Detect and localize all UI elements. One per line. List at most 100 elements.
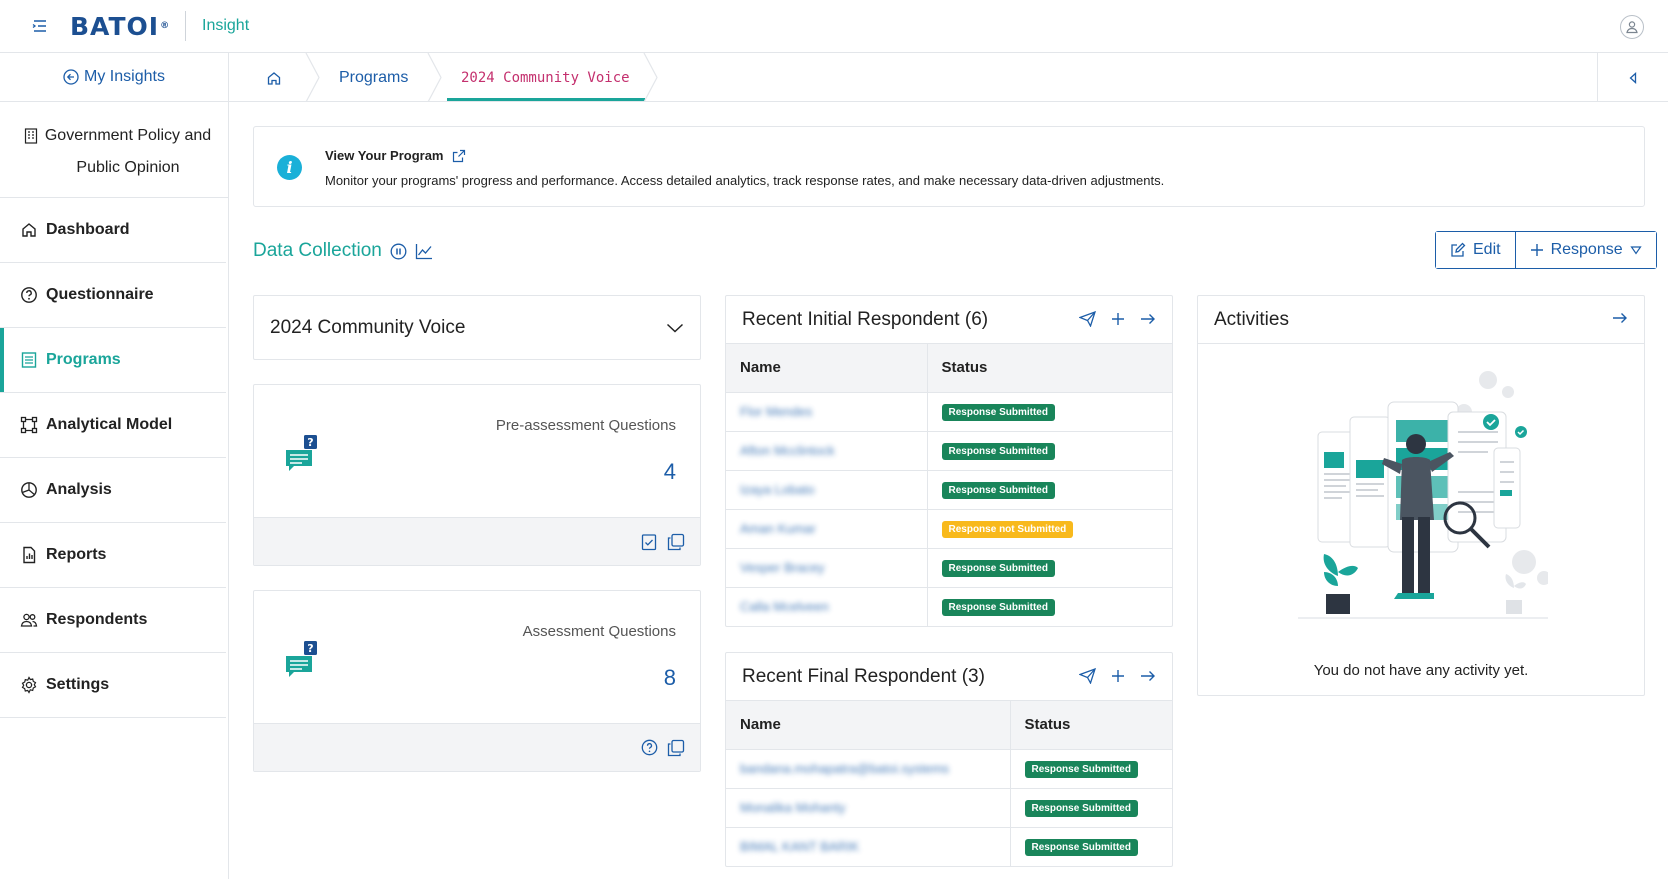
pie-chart-icon — [21, 482, 37, 498]
card-header: Recent Initial Respondent (6) — [726, 296, 1172, 344]
breadcrumb-programs[interactable]: Programs — [339, 53, 408, 102]
question-circle-icon — [21, 287, 37, 303]
plus-icon — [1530, 244, 1543, 256]
line-chart-icon[interactable] — [415, 243, 433, 260]
respondent-name-link[interactable]: BIMAL KANT BARIK — [740, 839, 859, 854]
logo-divider — [185, 11, 186, 41]
column-header-status: Status — [1009, 701, 1172, 750]
plus-icon[interactable] — [1111, 669, 1125, 683]
copy-icon[interactable] — [667, 739, 685, 757]
sidebar-item-analytical-model[interactable]: Analytical Model — [0, 393, 226, 458]
organization-name[interactable]: Government Policy and Public Opinion — [0, 102, 228, 198]
respondent-table: Name Status bandana.mohapatra@batoi.syst… — [726, 701, 1172, 866]
program-select[interactable]: 2024 Community Voice — [253, 295, 701, 360]
home-icon — [267, 71, 281, 85]
action-buttons: Edit Response — [1435, 231, 1657, 269]
respondent-name-link[interactable]: Izaya Lobato — [740, 482, 814, 497]
arrow-right-icon[interactable] — [1612, 312, 1628, 324]
arrow-right-icon[interactable] — [1140, 313, 1156, 325]
sidebar-item-label: Reports — [46, 546, 107, 563]
respondent-name-link[interactable]: Aman Kumar — [740, 521, 816, 536]
breadcrumb-current[interactable]: 2024 Community Voice — [461, 53, 630, 102]
menu-toggle-icon[interactable] — [30, 17, 50, 35]
report-icon — [23, 546, 36, 564]
respondent-table: Name Status Flor Mendes Response Submitte… — [726, 344, 1172, 626]
question-card-count: 4 — [663, 459, 676, 484]
sidebar-item-label: Questionnaire — [46, 286, 154, 303]
question-circle-icon[interactable] — [641, 739, 658, 756]
respondent-name-link[interactable]: Monalika Mohanty — [740, 800, 846, 815]
back-circle-icon — [63, 69, 79, 85]
table-row: Aman Kumar Response not Submitted — [726, 509, 1172, 549]
sidebar-item-questionnaire[interactable]: Questionnaire — [0, 263, 226, 328]
info-icon: i — [277, 155, 302, 180]
sidebar-item-label: Respondents — [46, 611, 148, 628]
sidebar-item-analysis[interactable]: Analysis — [0, 458, 226, 523]
send-icon[interactable] — [1079, 668, 1096, 684]
home-icon — [22, 223, 36, 237]
status-badge: Response Submitted — [941, 599, 1055, 617]
card-title: Recent Initial Respondent (6) — [742, 308, 989, 330]
edit-icon — [1451, 242, 1466, 257]
respondent-name-link[interactable]: bandana.mohapatra@batoi.systems — [740, 761, 949, 776]
pause-circle-icon[interactable] — [390, 243, 407, 260]
collapse-panel-button[interactable] — [1597, 53, 1668, 102]
app-name: Insight — [202, 17, 250, 34]
user-avatar-icon[interactable] — [1620, 15, 1644, 39]
chevron-down-icon — [666, 323, 684, 333]
table-row: bandana.mohapatra@batoi.systems Response … — [726, 749, 1172, 789]
question-card-label: Pre-assessment Questions — [495, 417, 676, 434]
copy-icon[interactable] — [667, 533, 685, 551]
brand-text: BATOI — [70, 11, 160, 41]
response-dropdown-button[interactable]: Response — [1514, 232, 1656, 268]
plus-icon[interactable] — [1111, 312, 1125, 326]
my-insights-link[interactable]: My Insights — [0, 53, 228, 102]
breadcrumb-separator — [643, 53, 658, 102]
recent-final-respondent-card: Recent Final Respondent (3) Name Status … — [725, 652, 1173, 867]
send-icon[interactable] — [1079, 311, 1096, 327]
checklist-icon[interactable] — [641, 533, 657, 551]
column-header-status: Status — [926, 344, 1172, 393]
sidebar-item-dashboard[interactable]: Dashboard — [0, 198, 226, 263]
status-badge: Response Submitted — [1024, 761, 1138, 778]
sidebar-item-reports[interactable]: Reports — [0, 523, 226, 588]
question-card-footer — [254, 517, 700, 565]
activities-card: Activities You do not have any activity … — [1197, 295, 1645, 696]
status-badge: Response not Submitted — [941, 521, 1074, 538]
sidebar-item-label: Settings — [46, 676, 110, 693]
respondent-name-link[interactable]: Vesper Bracey — [740, 560, 825, 575]
pre-assessment-card[interactable]: ? Pre-assessment Questions 4 — [253, 384, 701, 566]
question-card-footer — [254, 723, 700, 771]
chat-question-icon: ? — [286, 641, 317, 677]
program-select-value: 2024 Community Voice — [270, 316, 466, 338]
table-row: Vesper Bracey Response Submitted — [726, 548, 1172, 588]
sidebar: My Insights Government Policy and Public… — [0, 53, 229, 879]
my-insights-label: My Insights — [84, 68, 165, 85]
external-link-icon[interactable] — [452, 149, 466, 163]
breadcrumb-home[interactable] — [266, 53, 282, 102]
breadcrumb: Programs 2024 Community Voice — [229, 53, 1668, 102]
respondent-name-link[interactable]: Calla Mcelveen — [740, 599, 829, 614]
sidebar-item-respondents[interactable]: Respondents — [0, 588, 226, 653]
status-badge: Response Submitted — [941, 482, 1055, 499]
status-badge: Response Submitted — [941, 443, 1055, 460]
gear-icon — [21, 676, 37, 694]
breadcrumb-separator — [427, 53, 442, 102]
respondent-name-link[interactable]: Flor Mendes — [740, 404, 812, 419]
top-bar: BATOI ® Insight — [0, 0, 1668, 53]
info-banner: i View Your Program Monitor your program… — [253, 126, 1645, 207]
sidebar-item-settings[interactable]: Settings — [0, 653, 226, 718]
sidebar-item-programs[interactable]: Programs — [0, 328, 226, 393]
card-header: Activities — [1198, 296, 1644, 344]
users-icon — [20, 613, 38, 627]
edit-button[interactable]: Edit — [1436, 232, 1515, 268]
chat-question-icon: ? — [286, 435, 317, 471]
breadcrumb-active-indicator — [447, 98, 645, 101]
brand-logo[interactable]: BATOI ® — [70, 11, 170, 41]
info-title[interactable]: View Your Program — [325, 148, 466, 163]
card-title: Recent Final Respondent (3) — [742, 665, 985, 687]
respondent-name-link[interactable]: Afton Mcclintock — [740, 443, 835, 458]
arrow-right-icon[interactable] — [1140, 670, 1156, 682]
card-header: Recent Final Respondent (3) — [726, 653, 1172, 701]
assessment-card[interactable]: ? Assessment Questions 8 — [253, 590, 701, 772]
